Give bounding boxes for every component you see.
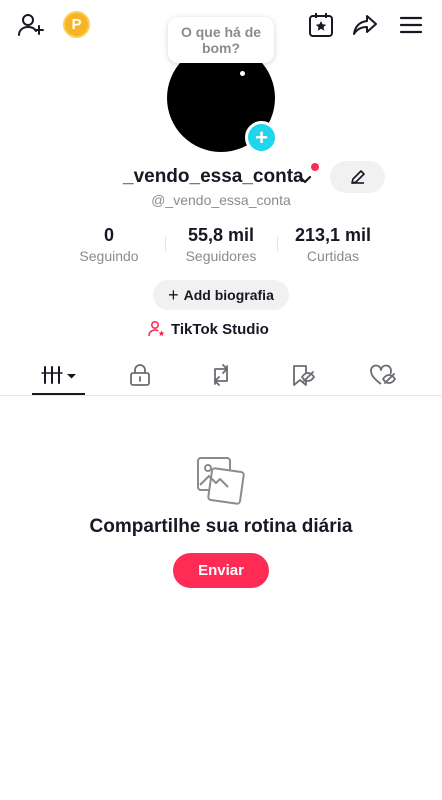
lock-icon [130, 364, 150, 386]
edit-profile-button[interactable] [330, 161, 385, 193]
stat-likes[interactable]: 213,1 mil Curtidas [278, 225, 388, 264]
calendar-star-icon[interactable] [305, 10, 337, 40]
stat-likes-value: 213,1 mil [294, 225, 372, 245]
tab-favorites[interactable] [283, 356, 323, 394]
coin-icon[interactable]: P [63, 11, 90, 38]
add-bio-label: Add biografia [183, 287, 274, 303]
stat-likes-label: Curtidas [306, 248, 360, 264]
upload-button-label: Enviar [198, 562, 244, 579]
coin-label: P [71, 16, 82, 33]
stat-followers[interactable]: 55,8 mil Seguidores [166, 225, 276, 264]
stats-row: 0 Seguindo 55,8 mil Seguidores 213,1 mil… [0, 225, 442, 265]
profile-tabs [0, 356, 442, 396]
tiktok-studio-label: TikTok Studio [171, 320, 269, 338]
stat-following[interactable]: 0 Seguindo [54, 225, 164, 264]
photos-icon [196, 455, 246, 510]
stat-following-label: Seguindo [79, 248, 139, 264]
status-bubble-text: O que há de bom? [180, 24, 262, 56]
active-tab-indicator [32, 393, 85, 395]
tab-reposts[interactable] [201, 356, 241, 394]
tiktok-studio-link[interactable]: TikTok Studio [148, 319, 269, 339]
tab-private[interactable] [120, 356, 160, 394]
add-bio-button[interactable]: + Add biografia [153, 280, 289, 310]
menu-icon[interactable] [396, 10, 426, 40]
bubble-dot [240, 71, 245, 76]
tab-liked[interactable] [364, 356, 404, 394]
pencil-icon [350, 170, 365, 184]
empty-state-title: Compartilhe sua rotina diária [89, 516, 353, 537]
stat-following-value: 0 [103, 225, 114, 245]
notification-dot [311, 163, 319, 171]
creator-icon [148, 320, 165, 337]
stat-followers-label: Seguidores [185, 248, 257, 264]
chevron-down-icon[interactable] [298, 172, 312, 190]
heart-hidden-icon [370, 364, 396, 385]
username[interactable]: _vendo_essa_conta [123, 166, 304, 188]
plus-icon: + [168, 285, 179, 305]
user-handle: @_vendo_essa_conta [151, 192, 291, 208]
tab-videos[interactable] [32, 356, 85, 394]
grid-icon [40, 366, 76, 384]
upload-button[interactable]: Enviar [173, 553, 269, 588]
status-bubble[interactable]: O que há de bom? [168, 17, 274, 63]
share-icon[interactable] [350, 10, 380, 40]
stat-followers-value: 55,8 mil [187, 225, 255, 245]
add-avatar-icon[interactable]: + [245, 121, 278, 154]
stats-divider [165, 236, 166, 252]
add-friend-icon[interactable] [16, 10, 46, 40]
repost-icon [214, 364, 228, 386]
stats-divider [277, 236, 278, 252]
bookmark-hidden-icon [293, 365, 315, 386]
